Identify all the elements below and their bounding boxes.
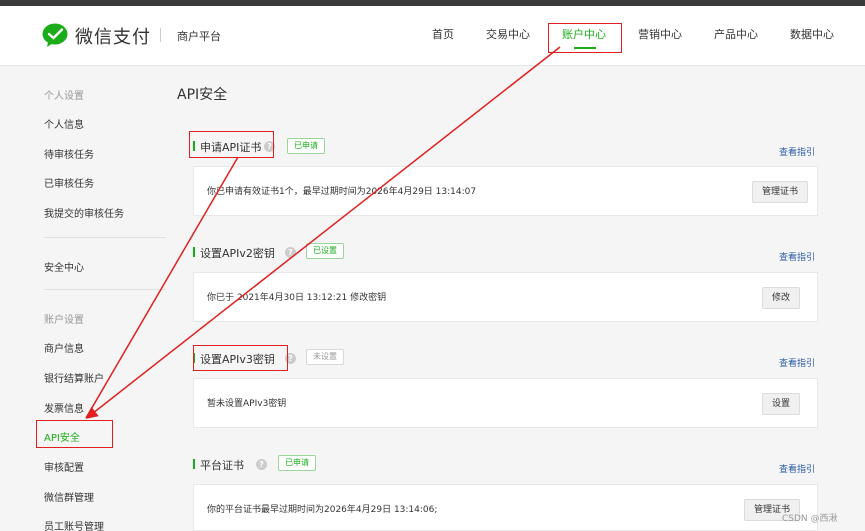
annotation-box-apiv3-key — [193, 345, 288, 371]
logo-divider — [160, 28, 161, 42]
nav-marketing-center[interactable]: 营销中心 — [638, 26, 682, 42]
sidebar-item-personal-info[interactable]: 个人信息 — [44, 116, 84, 131]
help-icon[interactable]: ? — [256, 459, 267, 470]
sidebar-title-personal: 个人设置 — [44, 91, 84, 102]
sidebar-divider — [44, 237, 166, 238]
watermark: CSDN @西湫 — [782, 514, 838, 524]
view-guide-link[interactable]: 查看指引 — [779, 145, 815, 158]
view-guide-link[interactable]: 查看指引 — [779, 356, 815, 369]
nav-data-center[interactable]: 数据中心 — [790, 26, 834, 42]
nav-product-center[interactable]: 产品中心 — [714, 26, 758, 42]
sidebar-item-security-center[interactable]: 安全中心 — [44, 259, 84, 274]
section-card-platform-cert: 你的平台证书最早过期时间为2026年4月29日 13:14:06; 管理证书 — [193, 484, 818, 531]
sidebar-item-review-config[interactable]: 审核配置 — [44, 459, 84, 474]
sidebar-item-reviewed[interactable]: 已审核任务 — [44, 175, 94, 190]
section-card-apiv3-key: 暂未设置APIv3密钥 设置 — [193, 378, 818, 428]
manage-cert-button[interactable]: 管理证书 — [752, 181, 809, 203]
card-text: 你已于 2021年4月30日 13:12:21 修改密钥 — [207, 293, 387, 303]
modify-button[interactable]: 修改 — [762, 287, 801, 309]
status-badge: 未设置 — [306, 349, 344, 365]
set-button[interactable]: 设置 — [762, 393, 801, 415]
help-icon[interactable]: ? — [285, 247, 296, 258]
status-badge: 已申请 — [287, 138, 325, 154]
sidebar-item-bank-account[interactable]: 银行结算账户 — [44, 370, 104, 385]
nav-trade-center[interactable]: 交易中心 — [486, 26, 530, 42]
sidebar-item-staff-accounts[interactable]: 员工账号管理 — [44, 518, 104, 531]
section-card-apiv2-key: 你已于 2021年4月30日 13:12:21 修改密钥 修改 — [193, 272, 818, 322]
sidebar-item-my-submitted[interactable]: 我提交的审核任务 — [44, 205, 124, 220]
card-text: 你的平台证书最早过期时间为2026年4月29日 13:14:06; — [207, 505, 438, 515]
sidebar-item-invoice-info[interactable]: 发票信息 — [44, 400, 84, 415]
annotation-box-account-center — [548, 23, 622, 53]
view-guide-link[interactable]: 查看指引 — [779, 462, 815, 475]
annotation-box-api-security — [36, 420, 113, 448]
wechat-pay-logo-icon — [42, 23, 68, 47]
logo-text: 微信支付 — [75, 27, 151, 48]
view-guide-link[interactable]: 查看指引 — [779, 250, 815, 263]
section-card-api-cert: 你已申请有效证书1个，最早过期时间为2026年4月29日 13:14:07 管理… — [193, 166, 818, 216]
sidebar-title-account: 账户设置 — [44, 315, 84, 326]
sidebar-item-wechat-group[interactable]: 微信群管理 — [44, 489, 94, 504]
header: 微信支付 商户平台 首页 交易中心 账户中心 营销中心 产品中心 数据中心 — [0, 6, 865, 66]
section-title-platform-cert: 平台证书 — [193, 457, 244, 473]
sidebar-item-pending-review[interactable]: 待审核任务 — [44, 146, 94, 161]
sidebar-divider — [44, 289, 166, 290]
merchant-platform-label: 商户平台 — [177, 30, 221, 43]
annotation-box-api-cert — [189, 131, 274, 158]
nav-home[interactable]: 首页 — [432, 26, 454, 42]
section-title-apiv2-key: 设置APIv2密钥 — [193, 245, 275, 261]
page-title: API安全 — [177, 87, 228, 103]
status-badge: 已申请 — [278, 455, 316, 471]
card-text: 你已申请有效证书1个，最早过期时间为2026年4月29日 13:14:07 — [207, 187, 477, 197]
sidebar: 个人设置 个人信息 待审核任务 已审核任务 我提交的审核任务 安全中心 账户设置… — [0, 67, 166, 531]
sidebar-item-merchant-info[interactable]: 商户信息 — [44, 340, 84, 355]
card-text: 暂未设置APIv3密钥 — [207, 399, 287, 409]
status-badge: 已设置 — [306, 243, 344, 259]
